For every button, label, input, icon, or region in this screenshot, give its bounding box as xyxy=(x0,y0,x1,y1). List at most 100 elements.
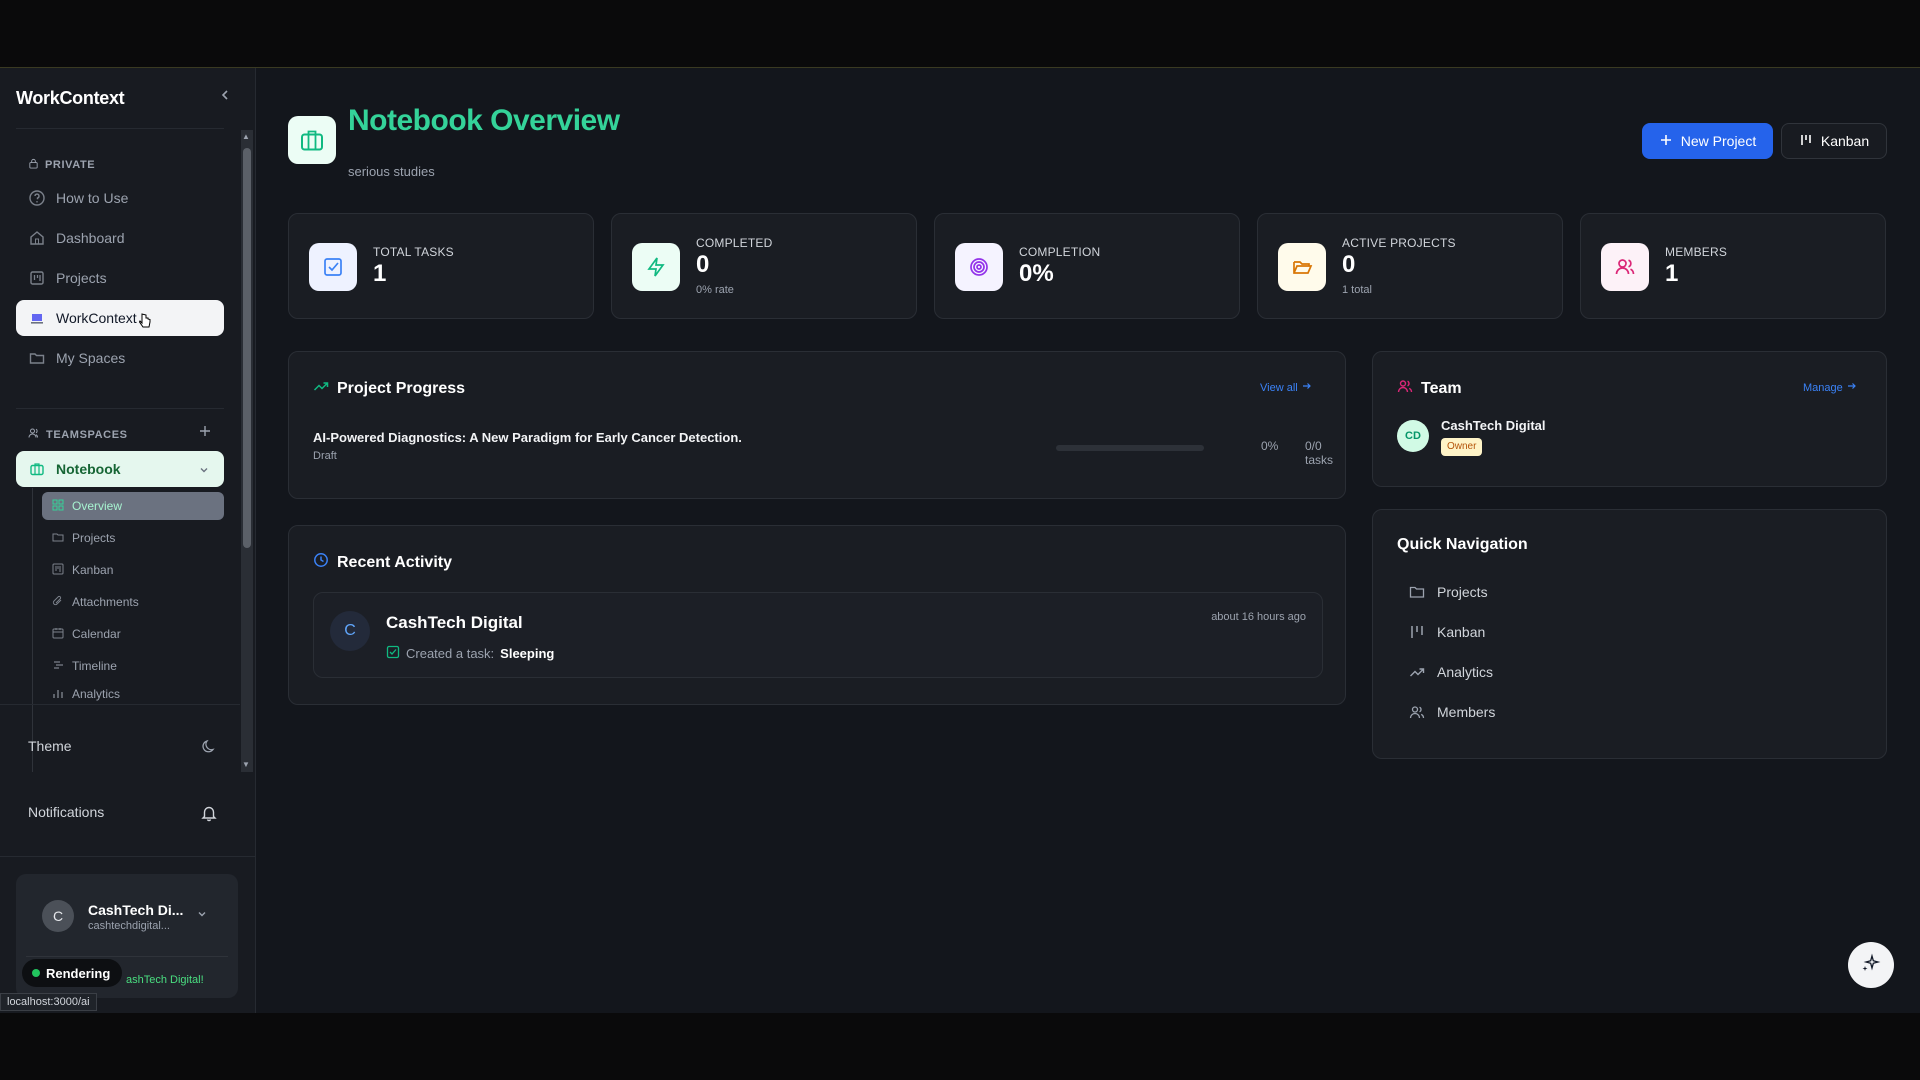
arrow-right-icon xyxy=(1302,381,1312,394)
scroll-up-icon[interactable]: ▲ xyxy=(242,132,250,141)
stat-label: ACTIVE PROJECTS xyxy=(1342,236,1456,250)
layout-grid-icon xyxy=(52,499,64,514)
add-teamspace-icon[interactable] xyxy=(198,424,212,443)
moon-icon[interactable] xyxy=(202,738,218,757)
sidebar: WorkContext PRIVATE How to Use Dashboard… xyxy=(0,68,256,1013)
divider xyxy=(0,856,256,857)
trending-up-icon xyxy=(313,378,329,399)
kanban-button[interactable]: Kanban xyxy=(1781,123,1887,159)
sidebar-sub-overview[interactable]: Overview xyxy=(42,492,224,520)
notifications-row[interactable]: Notifications xyxy=(28,804,218,825)
sidebar-item-dashboard[interactable]: Dashboard xyxy=(16,220,224,256)
sparkles-icon xyxy=(1861,953,1881,978)
activity-user-name: CashTech Digital xyxy=(386,613,523,632)
sidebar-item-label: My Spaces xyxy=(56,350,126,366)
sidebar-sub-calendar[interactable]: Calendar xyxy=(42,620,224,648)
workcontext-icon xyxy=(28,309,46,327)
project-progress-card: Project Progress View all AI-Powered Dia… xyxy=(288,351,1346,499)
sidebar-item-label: Notebook xyxy=(56,461,121,477)
sidebar-item-label: Timeline xyxy=(72,659,117,673)
quick-nav-kanban[interactable]: Kanban xyxy=(1409,624,1485,640)
chevron-down-icon[interactable] xyxy=(198,463,210,479)
divider xyxy=(16,128,224,129)
avatar: CD xyxy=(1397,420,1429,452)
new-project-button[interactable]: New Project xyxy=(1642,123,1773,159)
bar-chart-icon xyxy=(52,687,64,702)
project-name[interactable]: AI-Powered Diagnostics: A New Paradigm f… xyxy=(313,430,742,445)
mouse-cursor-icon xyxy=(138,312,154,333)
stat-sub: 0% rate xyxy=(696,284,734,296)
activity-target: Sleeping xyxy=(500,646,555,661)
stat-card-active-projects: ACTIVE PROJECTS 0 1 total xyxy=(1257,213,1563,319)
sidebar-item-label: Projects xyxy=(72,531,116,545)
target-icon xyxy=(955,243,1003,291)
activity-item[interactable]: C CashTech Digital Created a task: Sleep… xyxy=(313,592,1323,678)
sidebar-item-label: Projects xyxy=(56,270,107,286)
bell-icon[interactable] xyxy=(200,804,218,825)
divider xyxy=(16,408,224,409)
sidebar-item-label: Attachments xyxy=(72,595,139,609)
kanban-icon xyxy=(1799,133,1813,150)
avatar: C xyxy=(42,900,74,932)
stat-value: 0 xyxy=(696,251,710,278)
calendar-icon xyxy=(52,627,64,642)
sidebar-sub-projects[interactable]: Projects xyxy=(42,524,224,552)
paperclip-icon xyxy=(52,595,64,610)
manage-link[interactable]: Manage xyxy=(1803,381,1857,394)
sidebar-item-workcontext[interactable]: WorkContext xyxy=(16,300,224,336)
sidebar-item-label: WorkContext xyxy=(56,310,137,326)
home-icon xyxy=(28,229,46,247)
stat-card-total-tasks: TOTAL TASKS 1 xyxy=(288,213,594,319)
card-title: Project Progress xyxy=(313,378,465,399)
welcome-text: ashTech Digital! xyxy=(126,974,204,986)
divider xyxy=(0,704,240,705)
teamspaces-section-label: TEAMSPACES xyxy=(28,427,128,442)
private-section-label: PRIVATE xyxy=(28,158,95,172)
sidebar-item-label: Analytics xyxy=(72,687,121,701)
quick-nav-projects[interactable]: Projects xyxy=(1409,584,1488,600)
clock-icon xyxy=(313,552,329,573)
sidebar-sub-analytics[interactable]: Analytics xyxy=(42,684,224,704)
brand-logo[interactable]: WorkContext xyxy=(16,88,125,109)
stat-label: TOTAL TASKS xyxy=(373,245,454,259)
sidebar-item-how-to-use[interactable]: How to Use xyxy=(16,180,224,216)
activity-timestamp: about 16 hours ago xyxy=(1211,611,1306,623)
kanban-icon xyxy=(28,269,46,287)
briefcase-icon xyxy=(28,460,46,478)
chevron-down-icon[interactable] xyxy=(196,908,208,923)
stat-value: 1 xyxy=(1665,260,1679,287)
sidebar-item-projects[interactable]: Projects xyxy=(16,260,224,296)
stat-label: MEMBERS xyxy=(1665,245,1728,259)
ai-assistant-button[interactable] xyxy=(1848,942,1894,988)
team-card: Team Manage CD CashTech Digital Owner xyxy=(1372,351,1887,487)
quick-nav-analytics[interactable]: Analytics xyxy=(1409,664,1493,680)
theme-toggle[interactable]: Theme xyxy=(28,738,218,757)
sidebar-item-label: How to Use xyxy=(56,190,129,206)
scroll-down-icon[interactable]: ▼ xyxy=(242,760,250,769)
kanban-icon xyxy=(1409,624,1425,640)
trending-up-icon xyxy=(1409,664,1425,680)
main-content: Notebook Overview serious studies New Pr… xyxy=(257,68,1920,1013)
browser-top-bar xyxy=(0,0,1920,68)
check-square-icon xyxy=(309,243,357,291)
sidebar-sub-kanban[interactable]: Kanban xyxy=(42,556,224,584)
user-email: cashtechdigital... xyxy=(88,920,170,932)
users-icon xyxy=(1601,243,1649,291)
sidebar-scroll-thumb[interactable] xyxy=(243,148,251,548)
quick-nav-members[interactable]: Members xyxy=(1409,704,1495,720)
view-all-link[interactable]: View all xyxy=(1260,381,1312,394)
stat-value: 1 xyxy=(373,260,387,287)
rendering-label: Rendering xyxy=(46,965,111,981)
folder-icon xyxy=(28,349,46,367)
sidebar-item-my-spaces[interactable]: My Spaces xyxy=(16,340,224,376)
stat-label: COMPLETION xyxy=(1019,245,1101,259)
sidebar-sub-attachments[interactable]: Attachments xyxy=(42,588,224,616)
briefcase-icon xyxy=(288,116,336,164)
card-title: Quick Navigation xyxy=(1397,536,1528,553)
collapse-sidebar-icon[interactable] xyxy=(218,88,232,102)
sidebar-team-notebook[interactable]: Notebook xyxy=(16,451,224,487)
recent-activity-card: Recent Activity C CashTech Digital Creat… xyxy=(288,525,1346,705)
stat-label: COMPLETED xyxy=(696,236,773,250)
sidebar-sub-timeline[interactable]: Timeline xyxy=(42,652,224,680)
theme-label: Theme xyxy=(28,738,72,754)
